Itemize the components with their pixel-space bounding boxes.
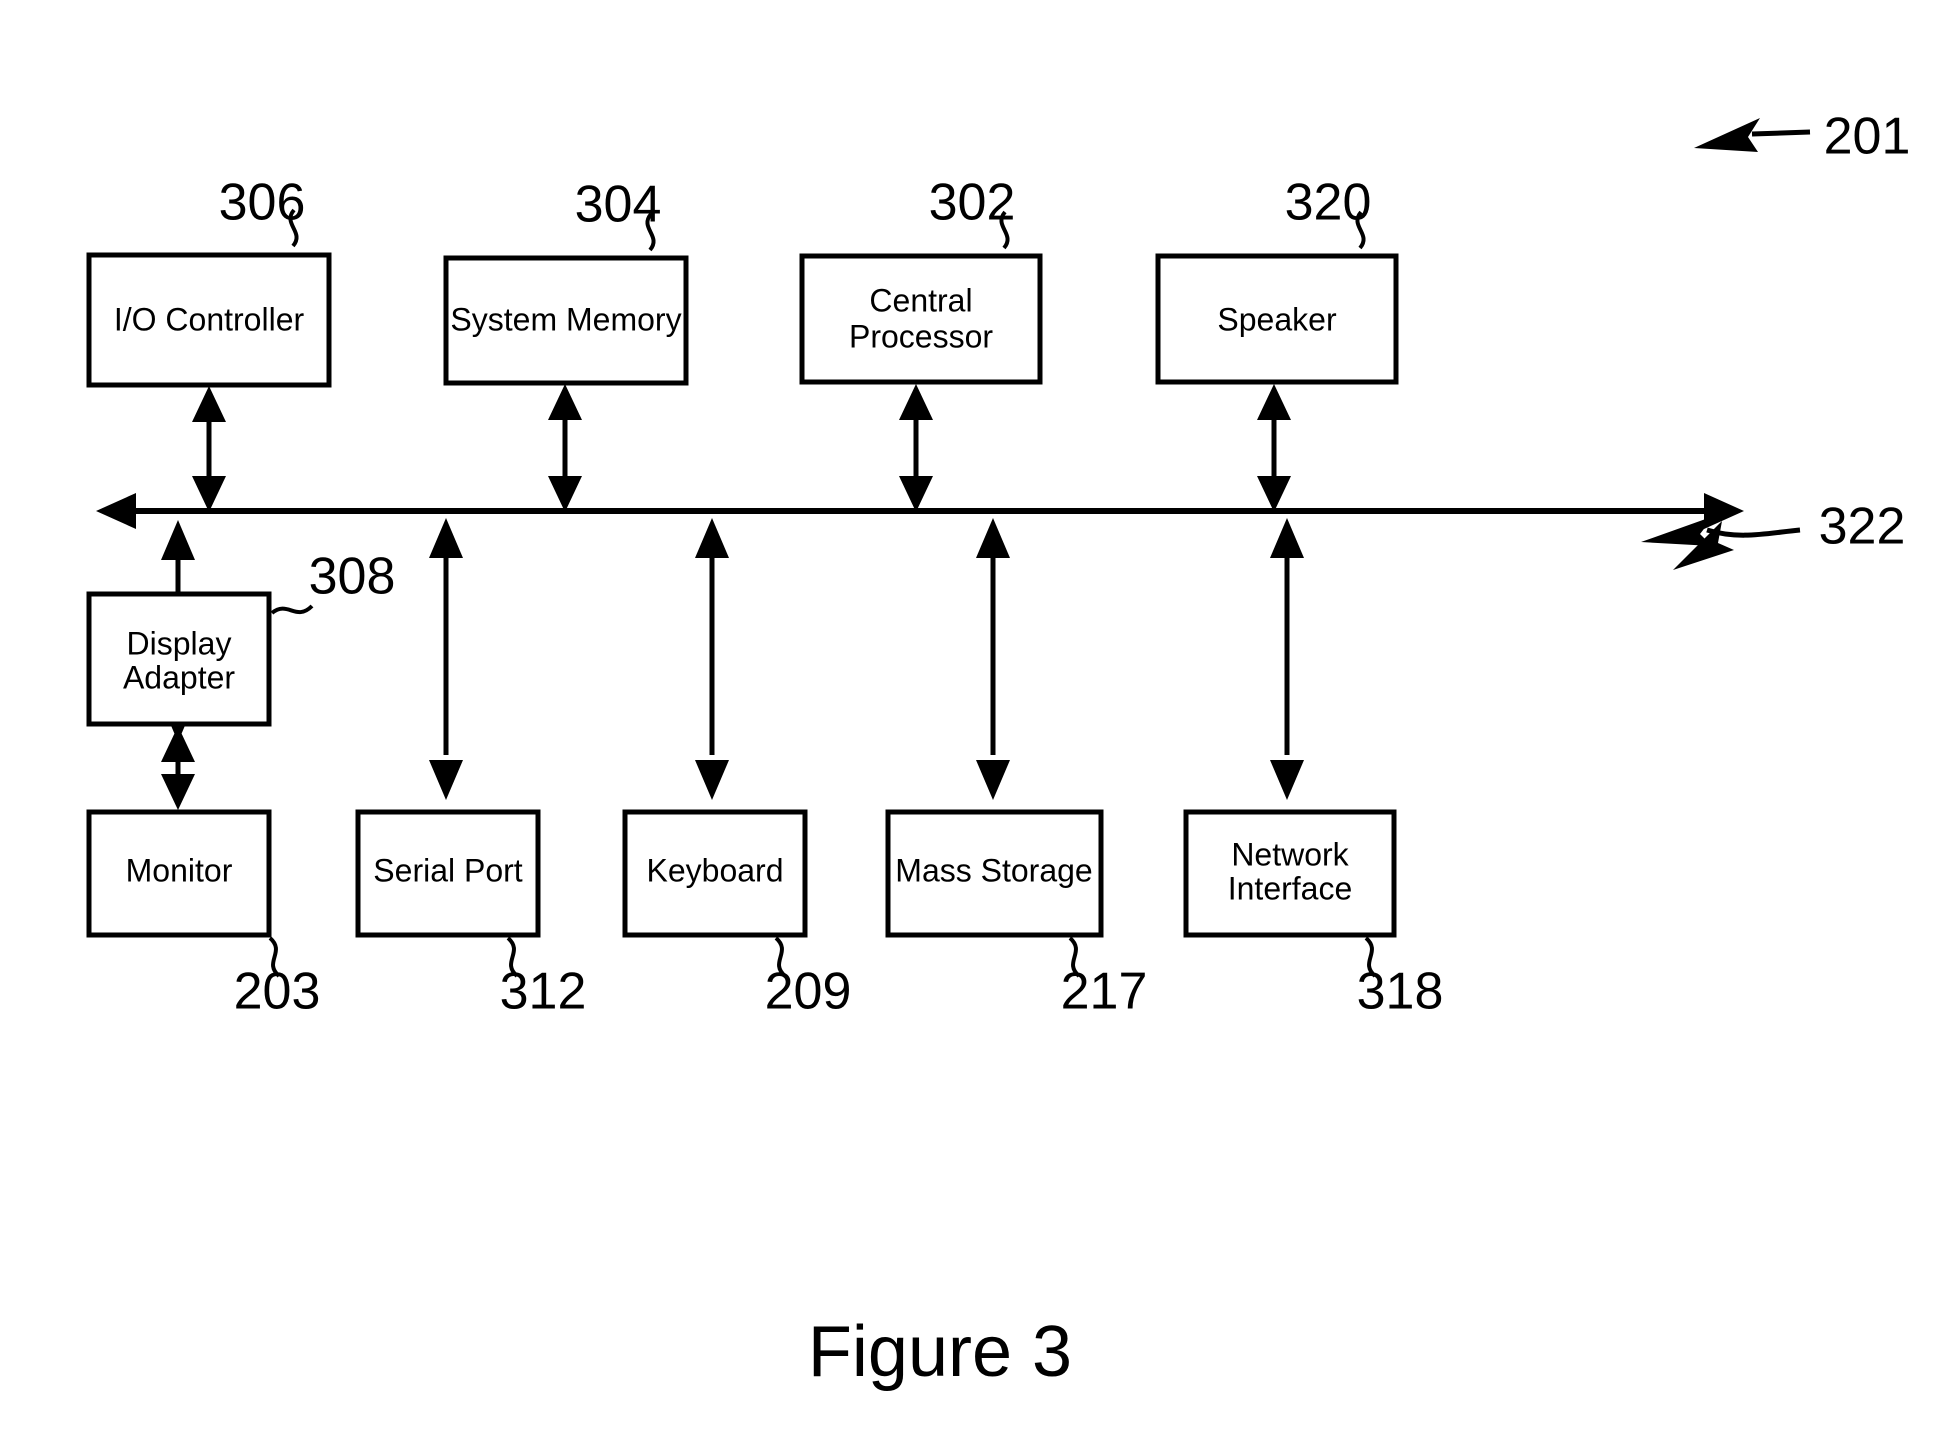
ref-number-320: 320	[1285, 174, 1372, 232]
keyboard-label: Keyboard	[647, 852, 784, 888]
ref-number-318: 318	[1357, 963, 1444, 1021]
block-speaker: Speaker 320	[1155, 174, 1399, 385]
speaker-arrow-up	[1257, 384, 1291, 420]
central-processor-label-line1: Central	[869, 282, 972, 318]
ref-number-306: 306	[219, 174, 306, 232]
block-io-controller: I/O Controller 306	[86, 174, 332, 388]
system-memory-label: System Memory	[450, 301, 681, 337]
display-adapter-ref-squiggle	[270, 604, 314, 615]
serial-port-arrow-down	[429, 760, 463, 800]
ref-number-312: 312	[500, 963, 587, 1021]
connector-bus-keyboard	[695, 518, 729, 800]
connector-system-memory-bus	[548, 384, 582, 512]
block-central-processor: Central Processor 302	[799, 174, 1043, 385]
diagram-canvas: 201 I/O Controller 306 System Memory 304…	[86, 108, 1910, 1392]
speaker-label: Speaker	[1217, 301, 1337, 337]
block-serial-port: Serial Port 312	[355, 809, 587, 1021]
mass-storage-arrow-down	[976, 760, 1010, 800]
ref-201-leader-line	[1751, 129, 1811, 137]
system-memory-arrow-down	[548, 476, 582, 512]
keyboard-arrow-down	[695, 760, 729, 800]
network-interface-arrow-up	[1270, 518, 1304, 558]
central-processor-arrow-down	[899, 476, 933, 512]
block-network-interface: Network Interface 318	[1183, 809, 1444, 1021]
network-interface-label-line1: Network	[1231, 836, 1349, 872]
central-processor-label-line2: Processor	[849, 318, 993, 354]
ref-number-308: 308	[309, 548, 396, 606]
io-controller-arrow-down	[192, 476, 226, 512]
system-bus-arrow-left	[96, 493, 136, 529]
ref-number-209: 209	[765, 963, 852, 1021]
ref-number-203: 203	[234, 963, 321, 1021]
block-mass-storage: Mass Storage 217	[885, 809, 1148, 1021]
display-adapter-label-line2: Adapter	[123, 659, 235, 695]
io-controller-label: I/O Controller	[114, 301, 305, 337]
connector-bus-serial-port	[429, 518, 463, 800]
figure-caption: Figure 3	[808, 1312, 1072, 1392]
serial-port-arrow-up	[429, 518, 463, 558]
connector-bus-mass-storage	[976, 518, 1010, 800]
network-interface-arrow-down	[1270, 760, 1304, 800]
ref-201-arrowhead	[1694, 118, 1760, 152]
ref-322-leader-line	[1706, 527, 1801, 538]
monitor-arrow-up	[161, 726, 195, 762]
display-adapter-label-line1: Display	[127, 625, 232, 661]
block-display-adapter: Display Adapter 308	[86, 548, 396, 727]
ref-number-302: 302	[929, 174, 1016, 232]
patent-figure-3: 201 I/O Controller 306 System Memory 304…	[0, 0, 1948, 1429]
ref-number-322: 322	[1819, 498, 1906, 556]
ref-number-201: 201	[1824, 108, 1911, 166]
block-system-memory: System Memory 304	[443, 176, 689, 386]
ref-number-304: 304	[575, 176, 662, 234]
system-memory-arrow-up	[548, 384, 582, 420]
block-keyboard: Keyboard 209	[622, 809, 852, 1021]
keyboard-arrow-up	[695, 518, 729, 558]
mass-storage-arrow-up	[976, 518, 1010, 558]
serial-port-label: Serial Port	[373, 852, 523, 888]
mass-storage-label: Mass Storage	[895, 852, 1092, 888]
monitor-label: Monitor	[126, 852, 233, 888]
central-processor-arrow-up	[899, 384, 933, 420]
speaker-arrow-down	[1257, 476, 1291, 512]
system-bus-arrow-right	[1704, 493, 1744, 529]
connector-io-controller-bus	[192, 386, 226, 512]
connector-central-processor-bus	[899, 384, 933, 512]
overall-ref-201-annotation: 201	[1694, 108, 1910, 166]
connector-bus-network-interface	[1270, 518, 1304, 800]
monitor-arrow-down	[161, 774, 195, 810]
io-controller-arrow-up	[192, 386, 226, 422]
connector-display-adapter-monitor	[161, 726, 195, 810]
ref-number-217: 217	[1061, 963, 1148, 1021]
display-adapter-arrow-up	[161, 520, 195, 560]
network-interface-label-line2: Interface	[1228, 870, 1353, 906]
connector-speaker-bus	[1257, 384, 1291, 512]
block-monitor: Monitor 203	[86, 809, 321, 1021]
